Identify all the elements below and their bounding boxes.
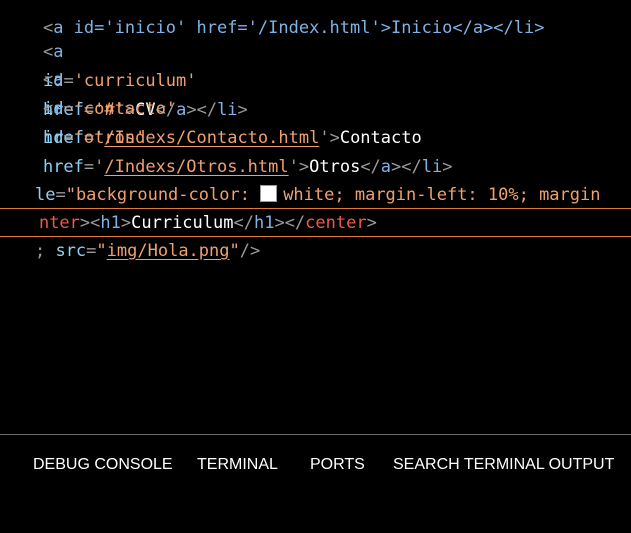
code-token: ' (319, 128, 330, 148)
code-token: a (176, 100, 187, 120)
code-token: < (42, 99, 54, 119)
tab-search-terminal-output[interactable]: SEARCH TERMINAL OUTPUT (393, 452, 614, 478)
code-token: " (96, 241, 107, 261)
tab-ports[interactable]: PORTS (310, 452, 365, 478)
code-token: src (55, 241, 87, 261)
code-token: ></ (186, 100, 218, 120)
code-token: id (42, 128, 64, 148)
tab-terminal[interactable]: TERMINAL (197, 452, 278, 478)
code-line: nter><h1>Curriculum</h1></center> (0, 180, 377, 233)
code-token: li (217, 100, 238, 120)
code-line: le="background-color: white; margin-left… (0, 152, 600, 205)
code-line: ; src="img/Hola.png"/> (0, 208, 260, 261)
code-line: <a id='curriculum' href='#'>CV</a></li> (2, 9, 248, 120)
code-token: = (86, 241, 97, 261)
code-token: 'otros' (73, 128, 146, 148)
code-line: <a id='contacto' href='/Indexs/Contacto.… (2, 37, 422, 148)
code-token: > (237, 100, 248, 120)
code-token: Contacto (339, 128, 422, 148)
code-link[interactable]: img/Hola.png (107, 241, 230, 261)
code-token: > (329, 128, 340, 148)
code-editor[interactable]: <a id='inicio' href='/Index.html'>Inicio… (0, 0, 631, 435)
code-line: <a id='otros' href='/Indexs/Otros.html'>… (2, 66, 453, 177)
code-token: = (63, 99, 74, 119)
tab-debug-console[interactable]: DEBUG CONSOLE (33, 452, 173, 478)
code-token: 'contacto' (73, 99, 177, 119)
code-token: ; (34, 241, 46, 261)
code-token: " (229, 241, 240, 261)
code-token: a (53, 99, 64, 119)
code-token: = (63, 128, 74, 148)
bottom-panel: DEBUG CONSOLE TERMINAL PORTS SEARCH TERM… (0, 434, 631, 533)
code-token: /> (239, 241, 261, 261)
